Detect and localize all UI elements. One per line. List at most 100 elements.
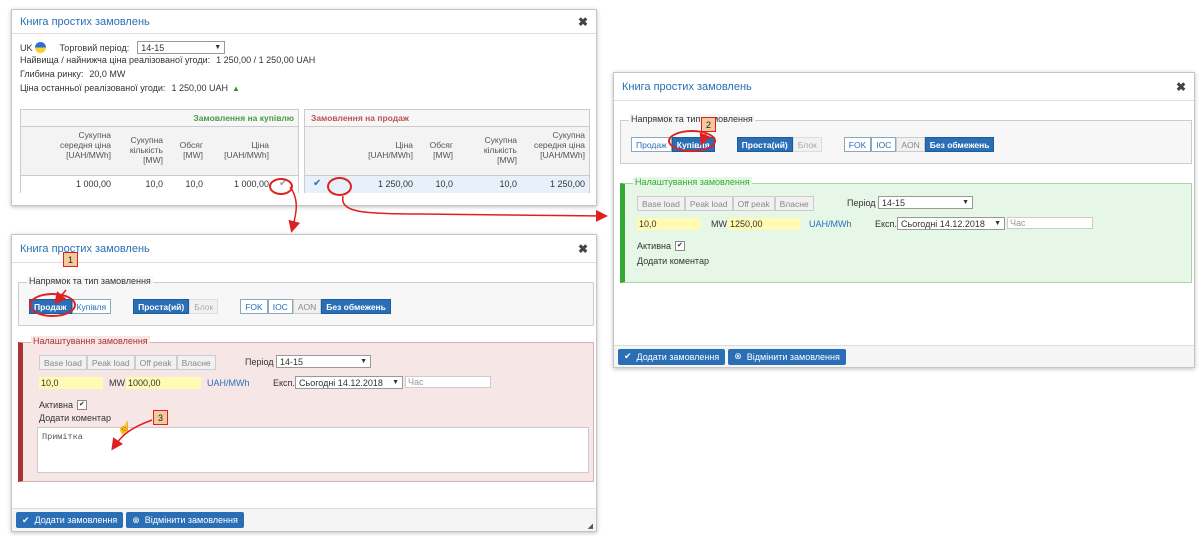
price-field[interactable]: 1000,00	[126, 377, 201, 389]
buy-cell: 10,0	[185, 179, 203, 189]
sell-header: Замовлення на продаж	[305, 110, 589, 127]
block-button[interactable]: Блок	[189, 299, 219, 314]
aon-button[interactable]: AON	[292, 299, 322, 314]
highlight-sell-check	[327, 177, 352, 196]
direction-fieldset: Напрямок та тип замовлення Продаж Купівл…	[18, 276, 594, 326]
close-icon[interactable]: ✖	[1176, 80, 1186, 94]
ioc-button[interactable]: IOC	[267, 299, 293, 314]
resize-handle-icon[interactable]: ◢	[588, 522, 593, 530]
add-order-button[interactable]: ✔ Додати замовлення	[618, 348, 726, 365]
period-select[interactable]: 14-15 ▼	[276, 355, 371, 368]
close-icon[interactable]: ✖	[578, 242, 588, 256]
check-icon: ✔	[22, 514, 30, 525]
active-row: Активна ✔	[39, 400, 87, 410]
direction-legend: Напрямок та тип замовлення	[27, 276, 153, 286]
quantity-unit: MW	[711, 219, 727, 229]
step-badge-2: 2	[701, 117, 716, 132]
base-load-button[interactable]: Base load	[637, 196, 685, 211]
quantity-field[interactable]: 10,0	[637, 218, 701, 230]
active-label: Активна	[39, 400, 73, 410]
add-comment-link[interactable]: Додати коментар	[637, 256, 709, 266]
own-button[interactable]: Власне	[176, 355, 216, 370]
footer-bar: ✔ Додати замовлення ⊗ Відмінити замовлення	[614, 345, 1194, 367]
highlight-buy-check	[269, 178, 293, 195]
window-title: Книга простих замовлень	[622, 80, 752, 93]
period-select[interactable]: 14-15 ▼	[137, 41, 226, 54]
own-button[interactable]: Власне	[774, 196, 814, 211]
window-titlebar: Книга простих замовлень ✖	[614, 73, 1194, 101]
period-select[interactable]: 14-15 ▼	[878, 196, 973, 209]
buy-cell: 1 000,00	[233, 179, 269, 189]
window-title: Книга простих замовлень	[20, 15, 150, 28]
window-titlebar: Книга простих замовлень ✖	[12, 10, 596, 34]
active-row: Активна ✔	[637, 241, 685, 251]
buy-col-0: Сукупна середня ціна [UAH/MWh]	[59, 130, 111, 160]
chevron-down-icon: ▼	[994, 220, 1001, 227]
time-field[interactable]: Час	[1007, 217, 1093, 229]
cancel-order-button[interactable]: ⊗ Відмінити замовлення	[126, 512, 244, 528]
add-order-button[interactable]: ✔ Додати замовлення	[16, 512, 124, 528]
base-load-button[interactable]: Base load	[39, 355, 87, 370]
cancel-icon: ⊗	[734, 351, 742, 361]
buy-col-1: Сукупна кількість [MW]	[129, 135, 163, 165]
step-badge-1: 1	[63, 252, 78, 267]
buy-orders-panel: Замовлення на купівлю Сукупна середня ці…	[20, 109, 299, 193]
period-label: Період	[847, 198, 876, 208]
sell-cell: 1 250,00	[549, 179, 585, 189]
buy-header: Замовлення на купівлю	[21, 110, 298, 127]
load-buttons: Base load Peak load Off peak Власне	[39, 355, 216, 370]
simple-button[interactable]: Проста(ий)	[736, 137, 793, 152]
ioc-button[interactable]: IOC	[871, 137, 897, 152]
table-row[interactable]: 1 000,00 10,0 10,0 1 000,00 ✔	[21, 175, 298, 193]
country-row: UK Торговий період: 14-15 ▼	[20, 41, 226, 54]
no-limit-button[interactable]: Без обмежень	[321, 299, 391, 314]
country-code: UK	[20, 42, 33, 53]
active-checkbox[interactable]: ✔	[674, 241, 685, 251]
high-low-row: Найвища / найнижча ціна реалізованої уго…	[20, 55, 315, 65]
quantity-field[interactable]: 10,0	[39, 377, 103, 389]
chevron-down-icon: ▼	[962, 199, 969, 206]
footer-bar: ✔ Додати замовлення ⊗ Відмінити замовлення	[12, 508, 596, 531]
simple-button[interactable]: Проста(ий)	[133, 299, 190, 314]
expiry-select[interactable]: Сьогодні 14.12.2018 ▼	[295, 376, 403, 389]
price-unit: UAH/MWh	[809, 219, 852, 229]
active-checkbox[interactable]: ✔	[76, 400, 87, 410]
high-low-value: 1 250,00 / 1 250,00 UAH	[216, 55, 316, 65]
price-field[interactable]: 1250,00	[728, 218, 800, 230]
fok-button[interactable]: FOK	[843, 137, 872, 152]
expiry-label: Експ.	[273, 378, 295, 388]
peak-load-button[interactable]: Peak load	[684, 196, 733, 211]
sell-button[interactable]: Продаж	[631, 137, 672, 152]
chevron-down-icon: ▼	[214, 44, 222, 51]
period-label: Період	[245, 357, 274, 367]
sell-order-window: Книга простих замовлень ✖ Напрямок та ти…	[11, 234, 597, 532]
peak-load-button[interactable]: Peak load	[86, 355, 135, 370]
cancel-order-button[interactable]: ⊗ Відмінити замовлення	[728, 348, 846, 365]
buy-cell: 1 000,00	[75, 179, 111, 189]
time-field[interactable]: Час	[405, 376, 491, 388]
period-label: Торговий період:	[59, 42, 130, 53]
buy-cell: 10,0	[145, 179, 163, 189]
block-button[interactable]: Блок	[792, 137, 822, 152]
chevron-down-icon: ▼	[360, 358, 367, 365]
check-icon[interactable]: ✔	[313, 178, 321, 189]
step-badge-3: 3	[153, 410, 168, 425]
buy-button[interactable]: Купівля	[71, 299, 112, 314]
last-price-label: Ціна останньої реалізованої угоди:	[20, 83, 166, 93]
off-peak-button[interactable]: Off peak	[732, 196, 775, 211]
direction-legend: Напрямок та тип замовлення	[629, 114, 755, 124]
high-low-label: Найвища / найнижча ціна реалізованої уго…	[20, 55, 211, 65]
aon-button[interactable]: AON	[896, 137, 925, 152]
no-limit-button[interactable]: Без обмежень	[924, 137, 995, 152]
off-peak-button[interactable]: Off peak	[134, 355, 177, 370]
window-title: Книга простих замовлень	[20, 242, 150, 255]
settings-fieldset: Налаштування замовлення Base load Peak l…	[620, 177, 1192, 283]
settings-fieldset: Налаштування замовлення Base load Peak l…	[18, 336, 594, 482]
add-comment-link[interactable]: Додати коментар	[39, 413, 111, 423]
expiry-select[interactable]: Сьогодні 14.12.2018 ▼	[897, 217, 1005, 230]
close-icon[interactable]: ✖	[578, 15, 588, 29]
expiry-label: Експ.	[875, 219, 897, 229]
depth-row: Глибина ринку: 20,0 MW	[20, 69, 125, 79]
fok-button[interactable]: FOK	[240, 299, 268, 314]
cancel-icon: ⊗	[132, 514, 140, 525]
